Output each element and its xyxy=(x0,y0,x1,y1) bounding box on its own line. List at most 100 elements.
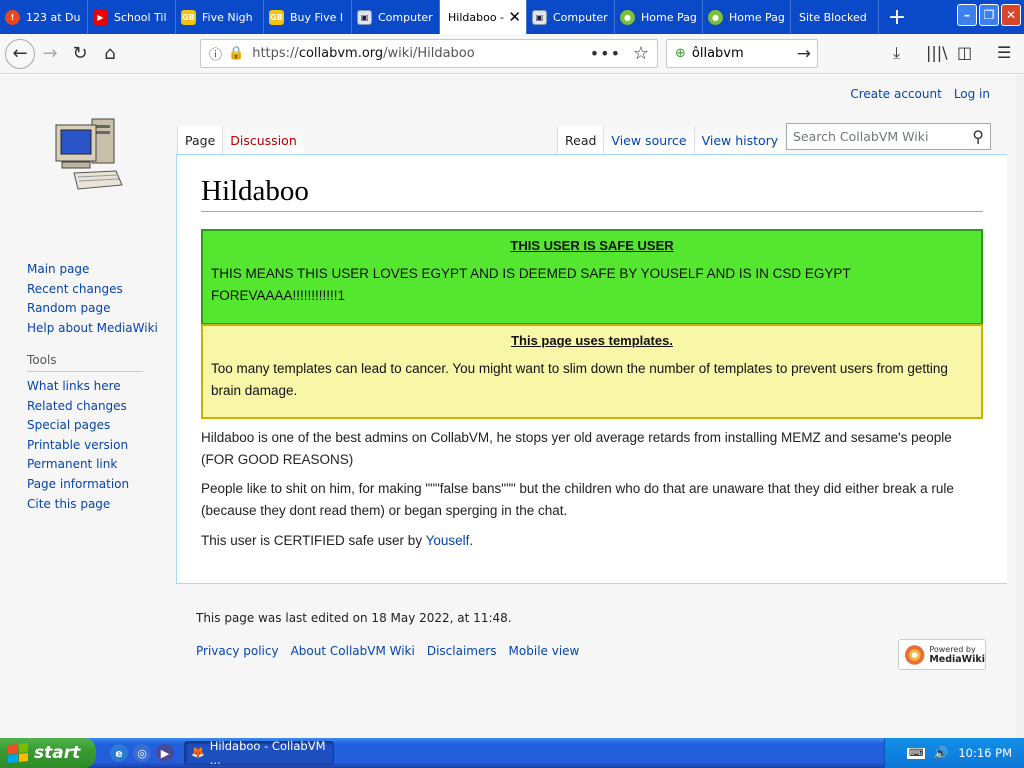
search-go-arrow-icon[interactable]: → xyxy=(797,44,811,64)
nav-link[interactable]: Random page xyxy=(27,299,158,319)
tool-link[interactable]: Permanent link xyxy=(27,455,129,475)
nav-link[interactable]: Recent changes xyxy=(27,280,158,300)
computer-icon: ▣ xyxy=(532,9,547,25)
clock[interactable]: 10:16 PM xyxy=(958,746,1012,760)
youself-link[interactable]: Youself xyxy=(426,533,470,548)
nav-link[interactable]: Help about MediaWiki xyxy=(27,319,158,339)
footer-link[interactable]: Mobile view xyxy=(509,644,580,658)
safe-user-box: THIS USER IS SAFE USER THIS MEANS THIS U… xyxy=(201,229,983,325)
login-link[interactable]: Log in xyxy=(954,87,990,101)
youtube-icon: ▶ xyxy=(93,9,108,25)
taskbar-item[interactable]: 🦊 Hildaboo - CollabVM ... xyxy=(184,739,334,767)
window-controls: – ❐ ✕ xyxy=(957,0,1024,34)
new-tab-button[interactable]: + xyxy=(881,0,913,34)
box-text: Too many templates can lead to cancer. Y… xyxy=(211,361,948,398)
paragraph: This user is CERTIFIED safe user by Yous… xyxy=(201,533,474,548)
computer-icon: ▣ xyxy=(357,9,372,25)
tool-link[interactable]: Printable version xyxy=(27,436,129,456)
tab-page[interactable]: Page xyxy=(177,126,223,154)
tool-link[interactable]: Related changes xyxy=(27,397,129,417)
close-tab-icon[interactable]: ✕ xyxy=(508,8,521,26)
quick-launch: e ◎ ▶ xyxy=(110,744,174,762)
bookmark-star-icon[interactable]: ☆ xyxy=(633,43,649,64)
personal-tools: Create account Log in xyxy=(850,87,990,101)
navigation-portal: Main page Recent changes Random page Hel… xyxy=(27,260,158,338)
browser-tab-active[interactable]: Hildaboo - ✕ xyxy=(440,0,527,34)
view-tabs: Read View source View history xyxy=(557,126,786,154)
box-heading: THIS USER IS SAFE USER xyxy=(510,238,674,253)
powered-by-mediawiki-badge[interactable]: Powered by MediaWiki xyxy=(898,639,986,670)
search-bar[interactable]: ⊕ ôllabvm → xyxy=(666,39,818,68)
footer-links: Privacy policy About CollabVM Wiki Discl… xyxy=(196,644,579,658)
vertical-scrollbar[interactable] xyxy=(1016,75,1024,738)
taskbar: start e ◎ ▶ 🦊 Hildaboo - CollabVM ... ⌨ … xyxy=(0,738,1024,768)
home-icon[interactable]: ⌂ xyxy=(95,39,125,69)
menu-icon[interactable]: ☰ xyxy=(997,43,1011,62)
reload-icon[interactable]: ↻ xyxy=(65,39,95,69)
tool-link[interactable]: Special pages xyxy=(27,416,129,436)
browser-tab[interactable]: ▣ Computer xyxy=(352,0,440,34)
last-edited: This page was last edited on 18 May 2022… xyxy=(196,611,512,625)
box-heading: This page uses templates. xyxy=(511,333,673,348)
firefox-icon: 🦊 xyxy=(191,746,205,759)
browser-tab[interactable]: ● Home Pag xyxy=(615,0,703,34)
browser-icon[interactable]: ◎ xyxy=(133,744,151,762)
tab-view-history[interactable]: View history xyxy=(693,126,786,154)
page-title: Hildaboo xyxy=(201,175,309,207)
tool-link[interactable]: Page information xyxy=(27,475,129,495)
create-account-link[interactable]: Create account xyxy=(850,87,942,101)
browser-tab[interactable]: ▣ Computer xyxy=(527,0,615,34)
computer-logo-icon[interactable] xyxy=(48,113,128,195)
search-icon[interactable]: ⚲ xyxy=(972,127,984,146)
tab-read[interactable]: Read xyxy=(557,126,604,154)
browser-tab[interactable]: GB Five Nigh xyxy=(176,0,264,34)
restore-icon[interactable]: ❐ xyxy=(979,4,999,26)
volume-icon[interactable]: 🔊 xyxy=(933,746,948,760)
tab-strip: ! 123 at Du ▶ School Til GB Five Nigh GB Buy… xyxy=(0,0,1024,34)
nav-link[interactable]: Main page xyxy=(27,260,158,280)
sidebar-icon[interactable]: ◫ xyxy=(957,43,972,62)
tool-link[interactable]: Cite this page xyxy=(27,495,129,515)
back-arrow-icon[interactable]: ← xyxy=(5,38,35,69)
download-icon[interactable]: ⤓ xyxy=(893,43,900,63)
mediawiki-flower-icon xyxy=(904,644,925,665)
footer-link[interactable]: Disclaimers xyxy=(427,644,497,658)
system-tray: ⌨ 🔊 10:16 PM xyxy=(884,738,1024,768)
media-player-icon[interactable]: ▶ xyxy=(156,744,174,762)
keyboard-icon[interactable]: ⌨ xyxy=(907,747,926,759)
browser-tab[interactable]: ● Home Pag xyxy=(703,0,791,34)
page-actions-icon[interactable]: ••• xyxy=(590,44,621,63)
nav-bar: ← → ↻ ⌂ ⓘ 🔒 https://collabvm.org/wiki/Hi… xyxy=(0,34,1024,74)
globe-icon: ● xyxy=(620,9,635,25)
library-icon[interactable]: |||\ xyxy=(926,43,948,62)
footer-link[interactable]: Privacy policy xyxy=(196,644,279,658)
tool-link[interactable]: What links here xyxy=(27,377,129,397)
box-text: THIS MEANS THIS USER LOVES EGYPT AND IS … xyxy=(211,266,851,303)
circle-icon: ! xyxy=(5,9,20,25)
footer-link[interactable]: About CollabVM Wiki xyxy=(291,644,415,658)
content-area: Hildaboo THIS USER IS SAFE USER THIS MEA… xyxy=(176,154,1007,584)
lock-icon: 🔒 xyxy=(228,46,245,61)
minimize-icon[interactable]: – xyxy=(957,4,977,26)
templates-box: This page uses templates. Too many templ… xyxy=(201,324,983,419)
wiki-page: Create account Log in Main page Recent c… xyxy=(0,75,1024,738)
screen: { "browser": { "tabs": [ {"label": "123 … xyxy=(0,0,1024,768)
wiki-search-input[interactable]: Search CollabVM Wiki ⚲ xyxy=(786,123,991,150)
browser-tab[interactable]: GB Buy Five I xyxy=(264,0,352,34)
tools-heading: Tools xyxy=(27,353,57,367)
tab-view-source[interactable]: View source xyxy=(603,126,694,154)
close-window-icon[interactable]: ✕ xyxy=(1001,4,1021,26)
info-icon[interactable]: ⓘ xyxy=(209,44,222,63)
tools-portal: What links here Related changes Special … xyxy=(27,377,129,514)
ie-icon[interactable]: e xyxy=(110,744,128,762)
browser-tab[interactable]: Site Blocked xyxy=(791,0,879,34)
divider xyxy=(201,211,983,212)
url-bar[interactable]: ⓘ 🔒 https://collabvm.org/wiki/Hildaboo •… xyxy=(200,39,658,68)
paragraph: Hildaboo is one of the best admins on Co… xyxy=(201,430,952,467)
tab-discussion[interactable]: Discussion xyxy=(222,126,304,154)
browser-tab[interactable]: ▶ School Til xyxy=(88,0,176,34)
forward-arrow-icon[interactable]: → xyxy=(35,39,65,69)
start-button[interactable]: start xyxy=(0,738,96,768)
namespace-tabs: Page Discussion xyxy=(177,126,304,154)
browser-tab[interactable]: ! 123 at Du xyxy=(0,0,88,34)
